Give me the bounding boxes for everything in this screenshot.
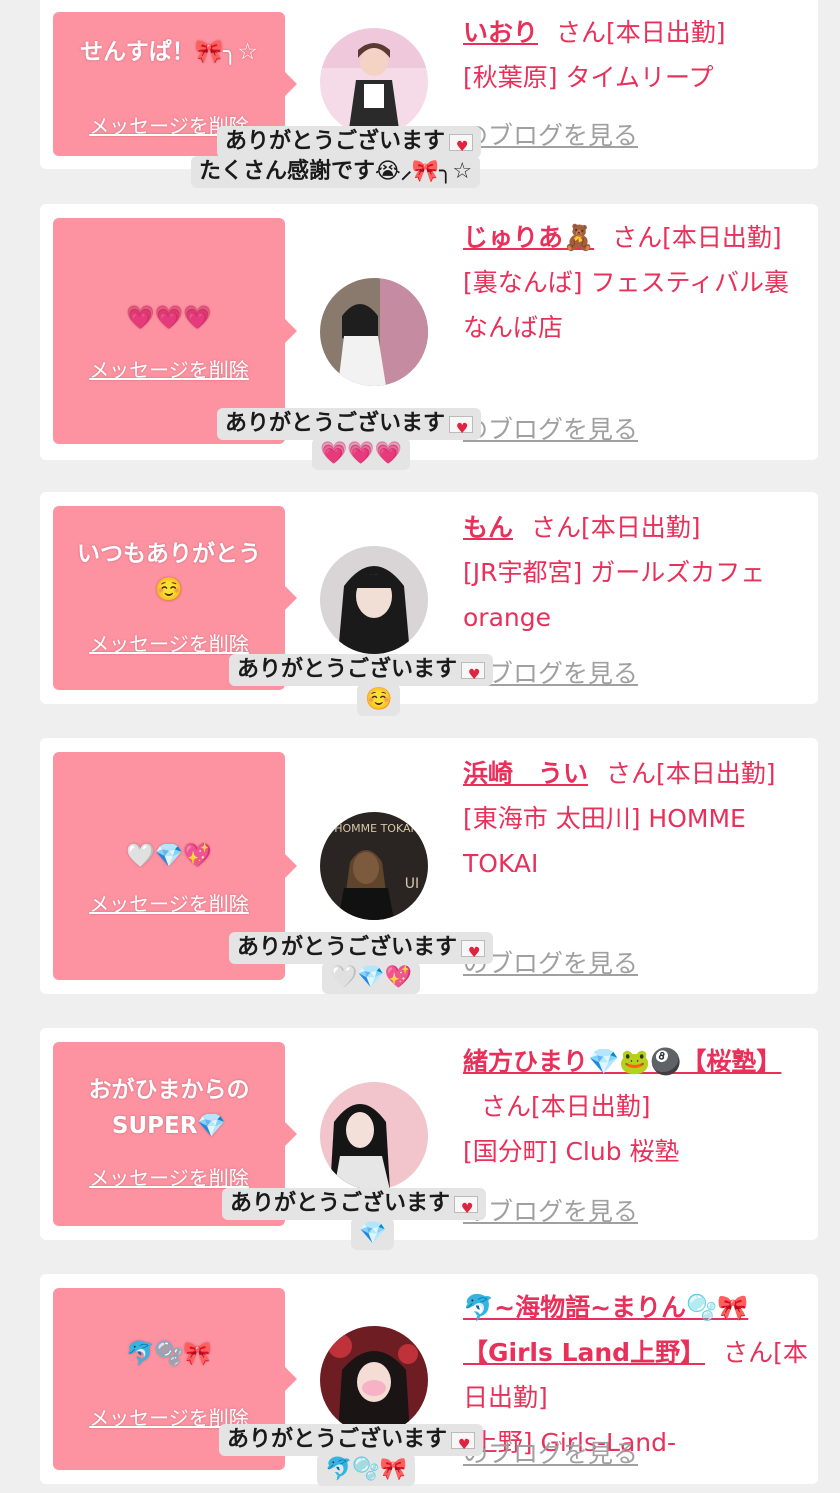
store-info: [国分町] Club 桜塾 <box>463 1137 680 1166</box>
caption-line2-text: たくさん感謝です😭⸝🎀╮☆ <box>199 159 473 184</box>
cast-info: 緒方ひまり💎🐸🎱【桜塾】さん[本日出勤] [国分町] Club 桜塾 <box>463 1039 808 1174</box>
love-letter-icon <box>454 1193 479 1225</box>
caption-line2-text: ☺️ <box>365 687 393 712</box>
thanks-text: ありがとうございます <box>237 935 458 960</box>
store-info: [秋葉原] タイムリープ <box>463 63 714 92</box>
girl-avatar-dark-icon <box>320 546 428 654</box>
work-status: さん[本日出勤] <box>612 223 782 252</box>
avatar[interactable]: HOMME TOKAI UI <box>320 812 428 920</box>
girl-avatar-poster-icon: HOMME TOKAI UI <box>320 812 428 920</box>
cast-info: じゅりあ🧸 さん[本日出勤] [裏なんば] フェスティバル裏なんば店 <box>463 215 808 350</box>
thanks-caption: ありがとうございます <box>229 654 494 691</box>
cast-info: いおり さん[本日出勤] [秋葉原] タイムリープ <box>463 10 808 100</box>
message-text: せんすぱ！🎀╮☆ <box>80 39 258 65</box>
delete-message-link[interactable]: メッセージを削除 <box>53 886 285 922</box>
love-letter-icon <box>451 1429 476 1461</box>
caption-line2-text: 💗💗💗 <box>320 441 403 466</box>
avatar[interactable] <box>320 28 428 136</box>
girl-avatar-pink-icon <box>320 28 428 136</box>
message-text: 💗💗💗 <box>126 305 212 331</box>
cast-info: もん さん[本日出勤] [JR宇都宮] ガールズカフェorange <box>463 505 808 640</box>
view-blog-link[interactable]: のブログを見る <box>463 116 638 152</box>
cast-name-link[interactable]: 浜崎 うい <box>463 759 588 788</box>
thanks-caption: ありがとうございます <box>217 126 482 163</box>
store-info: [裏なんば] フェスティバル裏なんば店 <box>463 268 789 342</box>
caption-line2-text: 🐬🫧🎀 <box>325 1457 408 1482</box>
girl-avatar-bw-icon <box>320 278 428 386</box>
work-status: さん[本日出勤] <box>481 1092 651 1121</box>
delete-message-link[interactable]: メッセージを削除 <box>53 352 285 388</box>
view-blog-link[interactable]: のブログを見る <box>463 1192 638 1228</box>
cast-name-link[interactable]: いおり <box>463 18 538 47</box>
thanks-text: ありがとうございます <box>237 657 458 682</box>
thanks-text: ありがとうございます <box>225 129 446 154</box>
message-text: 🤍💎💖 <box>126 843 212 869</box>
work-status: さん[本日出勤] <box>606 759 776 788</box>
thanks-text: ありがとうございます <box>227 1427 448 1452</box>
avatar[interactable] <box>320 546 428 654</box>
love-letter-icon <box>449 131 474 163</box>
cast-info: 浜崎 うい さん[本日出勤] [東海市 太田川] HOMME TOKAI <box>463 751 808 886</box>
message-text: 🐬🫧🎀 <box>126 1341 212 1367</box>
thanks-caption: ありがとうございます <box>229 932 494 969</box>
work-status: さん[本日出勤] <box>531 513 701 542</box>
thanks-text: ありがとうございます <box>230 1191 451 1216</box>
work-status: さん[本日出勤] <box>556 18 726 47</box>
caption-line2: 💗💗💗 <box>312 438 411 470</box>
thanks-caption: ありがとうございます <box>219 1424 484 1461</box>
girl-avatar-redbg-icon <box>320 1326 428 1434</box>
caption-line2: 💎 <box>351 1218 395 1250</box>
caption-line2: ☺️ <box>357 684 401 716</box>
thanks-text: ありがとうございます <box>225 411 446 436</box>
svg-text:UI: UI <box>405 876 419 892</box>
love-letter-icon <box>461 937 486 969</box>
avatar[interactable] <box>320 278 428 386</box>
store-info: [JR宇都宮] ガールズカフェorange <box>463 558 766 632</box>
cast-name-link[interactable]: 緒方ひまり💎🐸🎱【桜塾】 <box>463 1047 781 1076</box>
caption-line2: 🐬🫧🎀 <box>317 1454 416 1486</box>
poster-text: HOMME TOKAI <box>334 822 414 835</box>
avatar[interactable] <box>320 1082 428 1190</box>
caption-line2: 🤍💎💖 <box>322 962 421 994</box>
store-info: [東海市 太田川] HOMME TOKAI <box>463 804 746 878</box>
cast-name-link[interactable]: もん <box>463 513 513 542</box>
view-blog-link[interactable]: のブログを見る <box>463 1434 638 1470</box>
love-letter-icon <box>449 413 474 445</box>
thanks-caption: ありがとうございます <box>217 408 482 445</box>
caption-line2-text: 💎 <box>359 1221 387 1246</box>
cast-name-link[interactable]: じゅりあ🧸 <box>463 223 594 252</box>
view-blog-link[interactable]: のブログを見る <box>463 410 638 446</box>
message-text: いつもありがとう☺️ <box>77 541 261 603</box>
cast-name-link[interactable]: 🐬~海物語~まりん🫧🎀【Girls Land上野】 <box>463 1293 748 1367</box>
girl-avatar-pinkbg-icon <box>320 1082 428 1190</box>
thanks-caption: ありがとうございます <box>222 1188 487 1225</box>
love-letter-icon <box>461 659 486 691</box>
caption-line2-text: 🤍💎💖 <box>330 965 413 990</box>
message-text: おがひまからのSUPER💎 <box>88 1077 250 1139</box>
caption-line2: たくさん感謝です😭⸝🎀╮☆ <box>191 156 481 188</box>
avatar[interactable] <box>320 1326 428 1434</box>
